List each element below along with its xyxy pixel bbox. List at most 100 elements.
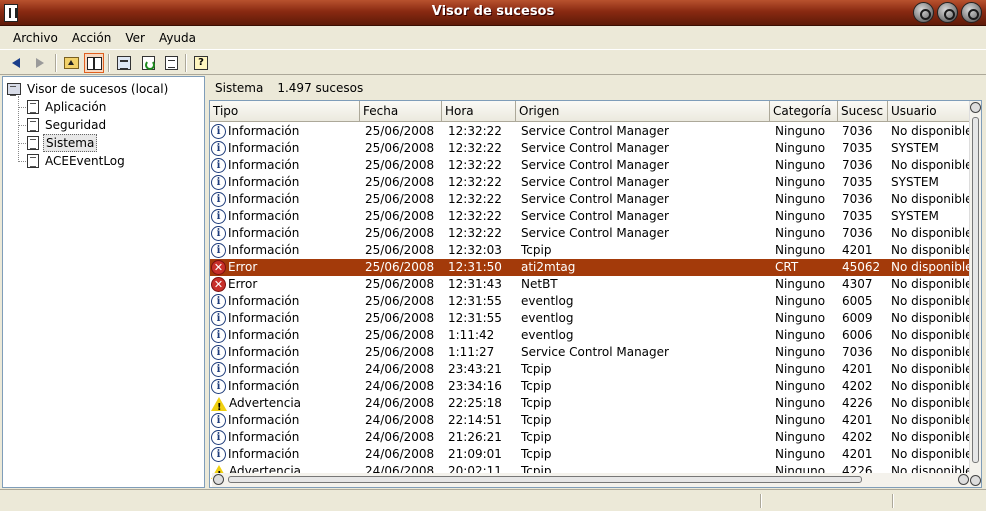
minimize-button[interactable] [913, 2, 934, 23]
cell-fecha: 25/06/2008 [365, 345, 435, 359]
cell-usuario: No disponible [891, 192, 970, 206]
horizontal-scrollbar[interactable] [212, 473, 970, 487]
table-row[interactable]: i Información 25/06/2008 12:32:22 Service Co… [210, 140, 970, 157]
scroll-left-button[interactable] [213, 474, 224, 485]
column-header-suceso[interactable]: Sucesc [838, 101, 888, 122]
type-label: Información [228, 362, 300, 376]
console-tree: Visor de sucesos (local) Aplicación Segu… [2, 76, 205, 488]
refresh-button[interactable] [138, 53, 158, 73]
properties-button[interactable] [114, 53, 134, 73]
table-row[interactable]: i Información 25/06/2008 12:32:22 Service Co… [210, 225, 970, 242]
cell-fecha: 25/06/2008 [365, 141, 435, 155]
cell-hora: 12:31:50 [448, 260, 502, 274]
cell-usuario: No disponible [891, 413, 970, 427]
tree-item-label: Seguridad [45, 118, 107, 132]
column-header-hora[interactable]: Hora [442, 101, 516, 122]
title-bar[interactable]: Visor de sucesos [0, 0, 986, 26]
table-row[interactable]: i Información 25/06/2008 12:32:22 Service Co… [210, 208, 970, 225]
forward-button[interactable] [30, 53, 50, 73]
event-list[interactable]: Tipo Fecha Hora Origen Categoría Sucesc … [209, 100, 982, 488]
back-button[interactable] [6, 53, 26, 73]
cell-suceso: 4202 [842, 430, 873, 444]
scroll-right-button[interactable] [958, 474, 969, 485]
table-row[interactable]: i Información 25/06/2008 12:32:03 Tcpip Ningu… [210, 242, 970, 259]
horizontal-scroll-thumb[interactable] [228, 476, 862, 483]
cell-suceso: 7035 [842, 175, 873, 189]
cell-suceso: 7036 [842, 192, 873, 206]
cell-hora: 22:14:51 [448, 413, 502, 427]
tree-item-label: Aplicación [45, 100, 107, 114]
tree-item-sistema[interactable]: Sistema [27, 134, 98, 152]
scroll-down-button[interactable] [970, 475, 981, 486]
scroll-up-button[interactable] [970, 102, 981, 113]
cell-fecha: 25/06/2008 [365, 243, 435, 257]
column-header-tipo[interactable]: Tipo [210, 101, 360, 122]
menu-ayuda[interactable]: Ayuda [152, 27, 203, 49]
table-row[interactable]: ✕ Error 25/06/2008 12:31:43 NetBT Ninguno 4307… [210, 276, 970, 293]
cell-usuario: No disponible [891, 294, 970, 308]
column-header-usuario[interactable]: Usuario [888, 101, 970, 122]
folder-up-icon [63, 57, 79, 69]
table-row[interactable]: i Información 25/06/2008 1:11:42 eventlog Nin… [210, 327, 970, 344]
cell-tipo: i Información [210, 378, 360, 395]
tree-item-seguridad[interactable]: Seguridad [27, 116, 108, 134]
vertical-scrollbar[interactable] [969, 101, 981, 487]
cell-suceso: 4201 [842, 447, 873, 461]
cell-usuario: No disponible [891, 260, 970, 274]
table-row[interactable]: i Información 24/06/2008 21:09:01 Tcpip Ningu… [210, 446, 970, 463]
table-row[interactable]: i Información 24/06/2008 22:14:51 Tcpip Ningu… [210, 412, 970, 429]
type-label: Error [228, 260, 258, 274]
menu-archivo[interactable]: Archivo [6, 27, 65, 49]
tree-root[interactable]: Visor de sucesos (local) [7, 80, 170, 98]
tree-item-aplicacion[interactable]: Aplicación [27, 98, 108, 116]
column-header-fecha[interactable]: Fecha [360, 101, 442, 122]
table-row[interactable]: i Información 24/06/2008 23:43:21 Tcpip Ningu… [210, 361, 970, 378]
table-row[interactable]: i Información 25/06/2008 12:32:22 Service Co… [210, 174, 970, 191]
table-row[interactable]: i Información 25/06/2008 12:31:55 eventlog Ni… [210, 293, 970, 310]
maximize-button[interactable] [937, 2, 958, 23]
menu-ver[interactable]: Ver [118, 27, 152, 49]
toolbar-separator [185, 54, 187, 72]
cell-fecha: 25/06/2008 [365, 209, 435, 223]
back-arrow-icon [12, 58, 20, 68]
up-level-button[interactable] [61, 53, 81, 73]
column-header-categoria[interactable]: Categoría [770, 101, 838, 122]
cell-tipo: i Información [210, 344, 360, 361]
column-header-origen[interactable]: Origen [516, 101, 770, 122]
cell-categoria: Ninguno [775, 141, 826, 155]
cell-categoria: Ninguno [775, 362, 826, 376]
table-row[interactable]: Advertencia 24/06/2008 22:25:18 Tcpip Ningun… [210, 395, 970, 412]
details-pane: Sistema 1.497 sucesos Tipo Fecha Hora Or… [207, 76, 984, 488]
table-row[interactable]: ✕ Error 25/06/2008 12:31:50 ati2mtag CRT 45062… [210, 259, 970, 276]
cell-hora: 21:09:01 [448, 447, 502, 461]
export-list-button[interactable] [161, 53, 181, 73]
log-icon [27, 136, 39, 150]
table-row[interactable]: i Información 24/06/2008 21:26:21 Tcpip Ningu… [210, 429, 970, 446]
cell-fecha: 25/06/2008 [365, 294, 435, 308]
table-row[interactable]: i Información 25/06/2008 1:11:27 Service Con… [210, 344, 970, 361]
info-icon: i [211, 124, 226, 139]
close-button[interactable] [961, 2, 982, 23]
status-bar [0, 489, 986, 511]
menu-accion[interactable]: Acción [65, 27, 118, 49]
cell-usuario: No disponible [891, 328, 970, 342]
cell-tipo: i Información [210, 242, 360, 259]
table-row[interactable]: i Información 25/06/2008 12:31:55 eventlog Ni… [210, 310, 970, 327]
table-row[interactable]: i Información 25/06/2008 12:32:22 Service Co… [210, 123, 970, 140]
tree-item-aceeventlog[interactable]: ACEEventLog [27, 152, 127, 170]
help-button[interactable]: ? [191, 53, 211, 73]
cell-usuario: SYSTEM [891, 209, 939, 223]
show-hide-tree-button[interactable] [84, 53, 104, 73]
cell-origen: Service Control Manager [521, 209, 669, 223]
cell-origen: Tcpip [521, 413, 552, 427]
vertical-scroll-thumb[interactable] [972, 117, 979, 463]
table-row[interactable]: i Información 24/06/2008 23:34:16 Tcpip Ningu… [210, 378, 970, 395]
cell-hora: 1:11:27 [448, 345, 495, 359]
table-row[interactable]: i Información 25/06/2008 12:32:22 Service Co… [210, 157, 970, 174]
cell-categoria: Ninguno [775, 294, 826, 308]
info-icon: i [211, 328, 226, 343]
cell-hora: 12:32:03 [448, 243, 502, 257]
cell-suceso: 7036 [842, 124, 873, 138]
table-row[interactable]: i Información 25/06/2008 12:32:22 Service Co… [210, 191, 970, 208]
cell-usuario: No disponible [891, 226, 970, 240]
